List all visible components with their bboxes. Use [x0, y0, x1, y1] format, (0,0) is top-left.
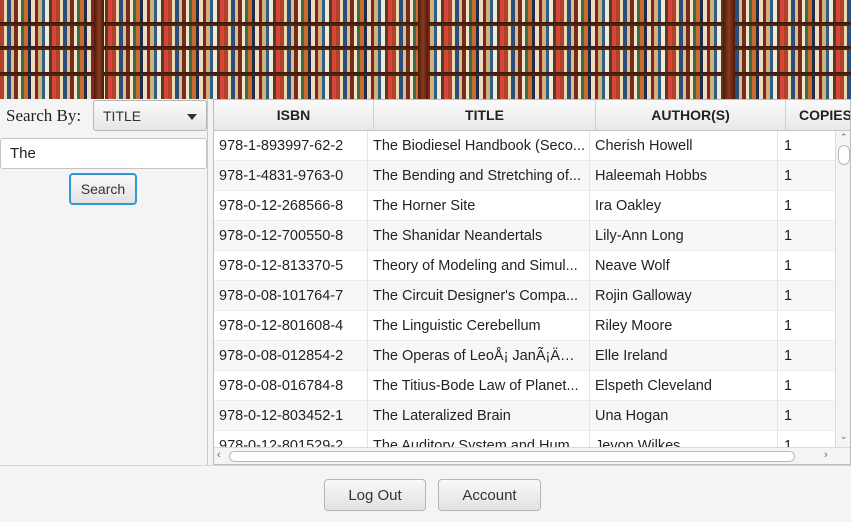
account-button[interactable]: Account — [438, 479, 541, 511]
table-row[interactable]: 978-1-4831-9763-0 The Bending and Stretc… — [214, 161, 835, 191]
table-row[interactable]: 978-0-08-012854-2 The Operas of LeoÅ¡ Ja… — [214, 341, 835, 371]
arrow-right-icon[interactable]: › — [824, 449, 828, 461]
cell-copies: 1 — [778, 251, 835, 281]
cell-copies: 1 — [778, 431, 835, 447]
cell-title: The Bending and Stretching of... — [368, 161, 590, 191]
cell-copies: 1 — [778, 311, 835, 341]
cell-isbn: 978-0-08-012854-2 — [214, 341, 368, 371]
cell-author: Haleemah Hobbs — [590, 161, 778, 191]
chevron-down-icon — [187, 114, 197, 120]
cell-author: Jevon Wilkes — [590, 431, 778, 447]
column-header-copies[interactable]: COPIES — [786, 100, 850, 131]
cell-author: Lily-Ann Long — [590, 221, 778, 251]
cell-isbn: 978-0-12-268566-8 — [214, 191, 368, 221]
arrow-down-icon[interactable]: ⌄ — [840, 431, 848, 442]
horizontal-scrollbar[interactable]: ‹ › — [214, 447, 850, 464]
search-button[interactable]: Search — [69, 173, 137, 205]
cell-title: The Operas of LeoÅ¡ JanÃ¡Ä�ek — [368, 341, 590, 371]
cell-isbn: 978-0-12-801529-2 — [214, 431, 368, 447]
logout-button[interactable]: Log Out — [324, 479, 426, 511]
table-row[interactable]: 978-0-08-016784-8 The Titius-Bode Law of… — [214, 371, 835, 401]
cell-isbn: 978-0-12-813370-5 — [214, 251, 368, 281]
arrow-up-icon[interactable]: ⌃ — [840, 132, 848, 143]
search-field-value: TITLE — [103, 108, 142, 124]
table-header: ISBN TITLE AUTHOR(S) COPIES — [214, 100, 850, 131]
bookshelf-banner — [0, 0, 851, 99]
cell-isbn: 978-1-893997-62-2 — [214, 131, 368, 161]
cell-title: The Shanidar Neandertals — [368, 221, 590, 251]
cell-isbn: 978-0-12-700550-8 — [214, 221, 368, 251]
table-body: 978-1-893997-62-2 The Biodiesel Handbook… — [214, 131, 835, 447]
cell-isbn: 978-1-4831-9763-0 — [214, 161, 368, 191]
column-header-authors[interactable]: AUTHOR(S) — [596, 100, 786, 131]
cell-title: The Biodiesel Handbook (Seco... — [368, 131, 590, 161]
search-field-select[interactable]: TITLE — [93, 100, 207, 131]
cell-isbn: 978-0-08-101764-7 — [214, 281, 368, 311]
table-row[interactable]: 978-0-12-801608-4 The Linguistic Cerebel… — [214, 311, 835, 341]
cell-title: The Horner Site — [368, 191, 590, 221]
arrow-left-icon[interactable]: ‹ — [217, 449, 221, 461]
cell-copies: 1 — [778, 131, 835, 161]
cell-author: Elspeth Cleveland — [590, 371, 778, 401]
table-row[interactable]: 978-0-08-101764-7 The Circuit Designer's… — [214, 281, 835, 311]
search-by-label: Search By: — [6, 106, 82, 125]
table-row[interactable]: 978-0-12-803452-1 The Lateralized Brain … — [214, 401, 835, 431]
vertical-scroll-thumb[interactable] — [838, 145, 850, 165]
cell-copies: 1 — [778, 341, 835, 371]
table-row[interactable]: 978-0-12-813370-5 Theory of Modeling and… — [214, 251, 835, 281]
cell-isbn: 978-0-12-803452-1 — [214, 401, 368, 431]
cell-isbn: 978-0-12-801608-4 — [214, 311, 368, 341]
table-row[interactable]: 978-0-12-801529-2 The Auditory System an… — [214, 431, 835, 447]
books-table: ISBN TITLE AUTHOR(S) COPIES 978-1-893997… — [213, 99, 851, 465]
cell-author: Una Hogan — [590, 401, 778, 431]
column-header-isbn[interactable]: ISBN — [214, 100, 374, 131]
cell-title: The Auditory System and Hum... — [368, 431, 590, 447]
cell-author: Cherish Howell — [590, 131, 778, 161]
vertical-scrollbar[interactable]: ⌃ ⌄ — [835, 131, 850, 447]
cell-isbn: 978-0-08-016784-8 — [214, 371, 368, 401]
cell-title: Theory of Modeling and Simul... — [368, 251, 590, 281]
cell-author: Elle Ireland — [590, 341, 778, 371]
cell-copies: 1 — [778, 191, 835, 221]
cell-title: The Lateralized Brain — [368, 401, 590, 431]
cell-copies: 1 — [778, 371, 835, 401]
cell-copies: 1 — [778, 161, 835, 191]
cell-copies: 1 — [778, 281, 835, 311]
cell-author: Ira Oakley — [590, 191, 778, 221]
table-row[interactable]: 978-0-12-268566-8 The Horner Site Ira Oa… — [214, 191, 835, 221]
cell-title: The Circuit Designer's Compa... — [368, 281, 590, 311]
cell-author: Neave Wolf — [590, 251, 778, 281]
horizontal-scroll-thumb[interactable] — [229, 451, 795, 462]
cell-title: The Titius-Bode Law of Planet... — [368, 371, 590, 401]
cell-author: Riley Moore — [590, 311, 778, 341]
table-row[interactable]: 978-0-12-700550-8 The Shanidar Neanderta… — [214, 221, 835, 251]
cell-copies: 1 — [778, 221, 835, 251]
search-input[interactable] — [0, 138, 207, 169]
cell-author: Rojin Galloway — [590, 281, 778, 311]
cell-title: The Linguistic Cerebellum — [368, 311, 590, 341]
table-row[interactable]: 978-1-893997-62-2 The Biodiesel Handbook… — [214, 131, 835, 161]
column-header-title[interactable]: TITLE — [374, 100, 596, 131]
cell-copies: 1 — [778, 401, 835, 431]
